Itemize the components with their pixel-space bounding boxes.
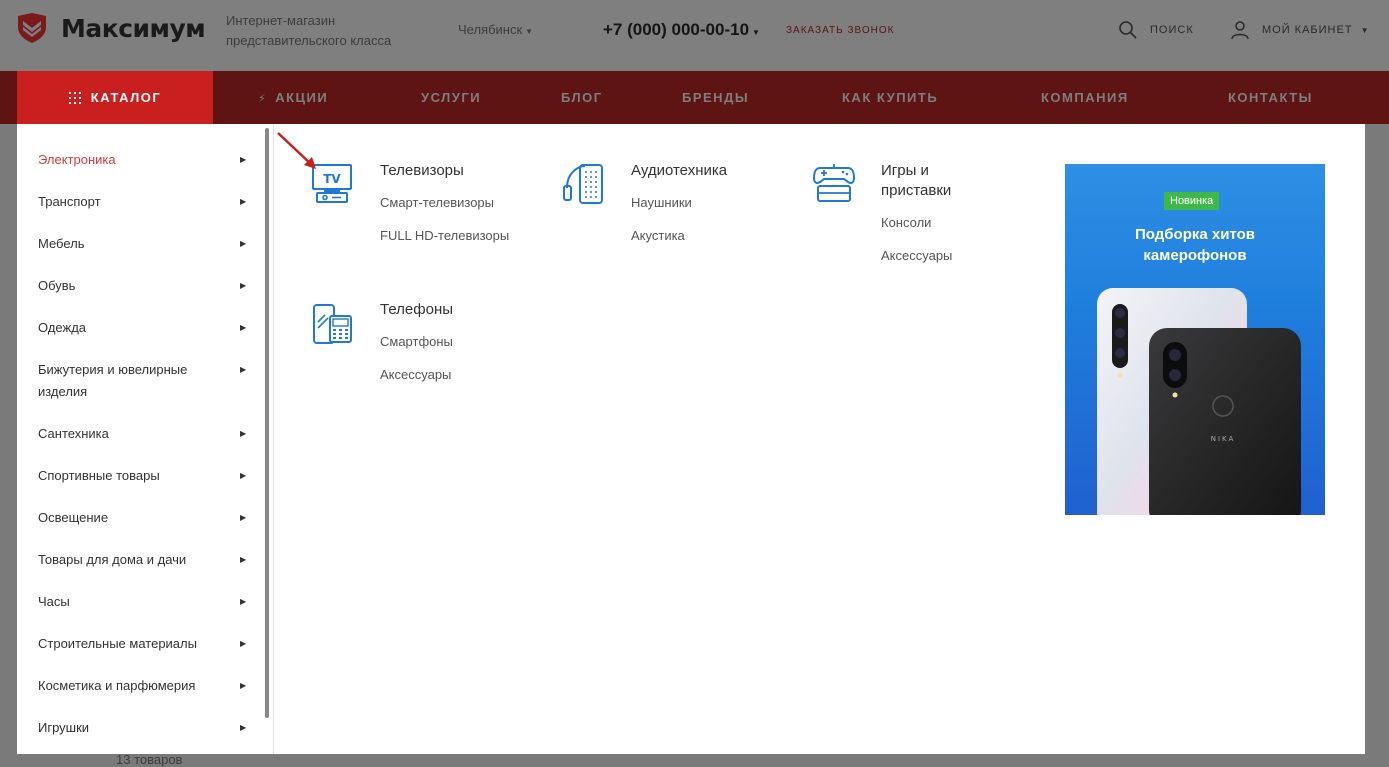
category-title-phones[interactable]: Телефоны [380,300,453,320]
user-icon [1231,21,1249,40]
nav-item-services[interactable]: УСЛУГИ [421,71,481,124]
category-link-phone-accessories[interactable]: Аксессуары [380,367,451,382]
menu-item-sports[interactable]: Спортивные товары [38,465,248,487]
chevron-right-icon: ▶ [240,429,247,438]
chevron-right-icon: ▶ [240,323,247,332]
menu-item-lighting[interactable]: Освещение [38,507,248,529]
category-link-smartphones[interactable]: Смартфоны [380,334,453,349]
chevron-right-icon: ▶ [240,471,247,480]
gamepad-icon [812,164,856,202]
grid-icon [68,91,81,104]
logo[interactable]: Максимум [15,13,206,43]
nav-item-label: АКЦИИ [275,90,329,105]
menu-item-shoes[interactable]: Обувь [38,275,248,297]
nav-item-how-to-buy[interactable]: КАК КУПИТЬ [842,71,938,124]
search-button[interactable]: ПОИСК [1118,20,1194,40]
menu-item-jewelry[interactable]: Бижутерия и ювелирные изделия [38,359,218,403]
speaker-headphones-icon [563,164,603,204]
category-title-tv[interactable]: Телевизоры [380,161,464,181]
nav-item-contacts[interactable]: КОНТАКТЫ [1228,71,1313,124]
menu-item-home-garden[interactable]: Товары для дома и дачи [38,549,248,571]
cabinet-button[interactable]: МОЙ КАБИНЕТ ▼ [1230,20,1369,40]
brand-name: Максимум [61,13,206,43]
category-link-acoustics[interactable]: Акустика [631,228,685,243]
menu-item-clothes[interactable]: Одежда [38,317,248,339]
lightning-icon: ⚡ [258,93,268,105]
smartphone-icon [313,304,352,344]
menu-item-watches[interactable]: Часы [38,591,248,613]
city-label: Челябинск [458,22,523,37]
chevron-right-icon: ▶ [240,597,247,606]
category-title-audio[interactable]: Аудиотехника [631,161,727,181]
phones-image: NIKA [1097,288,1301,515]
arrow-pointer-icon [277,132,316,169]
search-icon [1119,21,1137,39]
category-link-game-accessories[interactable]: Аксессуары [881,248,952,263]
menu-item-electronics[interactable]: Электроника [38,149,248,171]
chevron-right-icon: ▶ [240,555,247,564]
callback-link[interactable]: ЗАКАЗАТЬ ЗВОНОК [786,25,894,36]
search-label: ПОИСК [1150,24,1194,36]
menu-item-toys[interactable]: Игрушки [38,717,248,739]
phone-number[interactable]: +7 (000) 000-00-10 ▼ [603,20,760,40]
nav-item-company[interactable]: КОМПАНИЯ [1041,71,1129,124]
tagline: Интернет-магазин представительского клас… [226,13,392,48]
site-header: Максимум Интернет-магазин представительс… [0,0,1389,71]
category-link-smart-tv[interactable]: Смарт-телевизоры [380,195,494,210]
catalog-dropdown: Электроника ▶ Транспорт ▶ Мебель ▶ Обувь… [17,124,1365,754]
city-selector[interactable]: Челябинск ▼ [458,22,533,37]
nav-item-blog[interactable]: БЛОГ [561,71,603,124]
chevron-right-icon: ▶ [240,365,247,374]
category-link-fullhd-tv[interactable]: FULL HD-телевизоры [380,228,509,243]
chevron-right-icon: ▶ [240,681,247,690]
category-link-headphones[interactable]: Наушники [631,195,692,210]
nav-item-sales[interactable]: ⚡ АКЦИИ [258,71,328,124]
chevron-down-icon: ▼ [1360,25,1370,35]
category-link-consoles[interactable]: Консоли [881,215,931,230]
menu-item-cosmetics[interactable]: Косметика и парфюмерия [38,675,248,697]
main-nav: КАТАЛОГ ⚡ АКЦИИ УСЛУГИ БЛОГ БРЕНДЫ КАК КУ… [0,71,1389,124]
nav-item-brands[interactable]: БРЕНДЫ [682,71,749,124]
sidebar-scrollbar[interactable] [265,128,269,718]
chevron-right-icon: ▶ [240,239,247,248]
cabinet-label: МОЙ КАБИНЕТ [1262,24,1353,36]
svg-text:TV: TV [323,172,341,186]
divider [273,124,274,754]
background-product-count: 13 товаров [116,752,183,767]
menu-item-building[interactable]: Строительные материалы [38,633,248,655]
chevron-down-icon: ▼ [752,28,760,37]
catalog-sidebar: Электроника ▶ Транспорт ▶ Мебель ▶ Обувь… [17,124,273,754]
chevron-right-icon: ▶ [240,155,247,164]
chevron-right-icon: ▶ [240,281,247,290]
catalog-label: КАТАЛОГ [90,90,162,105]
chevron-down-icon: ▼ [525,27,534,36]
phone-label: +7 (000) 000-00-10 [603,20,750,39]
promo-banner[interactable]: Новинка Подборка хитов камерофонов NIKA [1065,164,1325,515]
chevron-right-icon: ▶ [240,513,247,522]
chevron-right-icon: ▶ [240,197,247,206]
menu-item-transport[interactable]: Транспорт [38,191,248,213]
category-title-games[interactable]: Игры и приставки [881,161,991,201]
chevron-right-icon: ▶ [240,723,247,732]
menu-item-plumbing[interactable]: Сантехника [38,423,248,445]
shield-logo-icon [18,13,46,43]
chevron-right-icon: ▶ [240,639,247,648]
menu-item-furniture[interactable]: Мебель [38,233,248,255]
catalog-button[interactable]: КАТАЛОГ [17,71,213,124]
banner-phone-brand: NIKA [1211,435,1236,443]
